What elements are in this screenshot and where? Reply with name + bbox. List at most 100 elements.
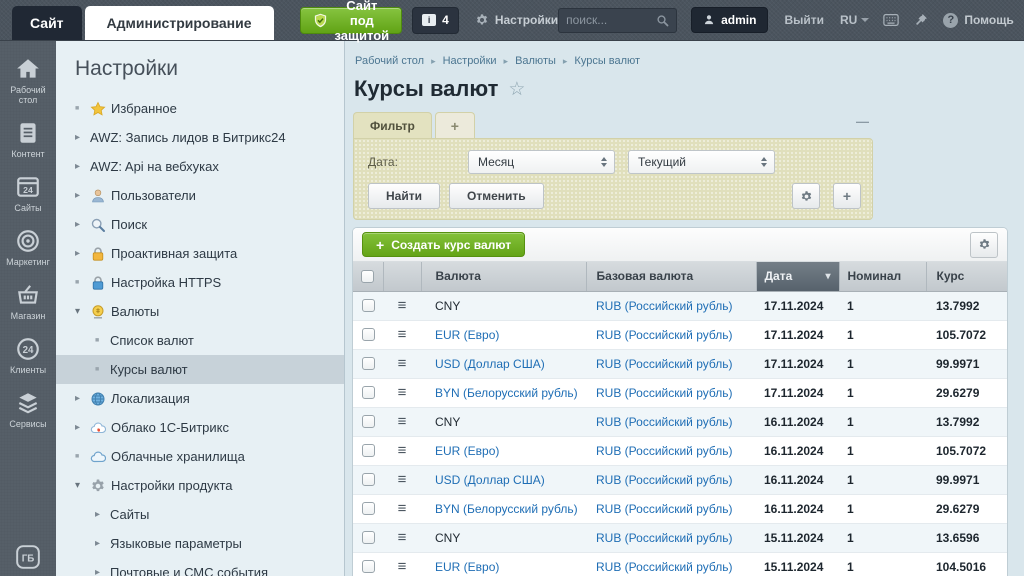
lock-blue-icon xyxy=(90,275,111,291)
currency-link[interactable]: USD (Доллар США) xyxy=(435,357,545,371)
menu-item-product-sites[interactable]: ▸ Сайты xyxy=(56,500,344,529)
column-header-1[interactable]: Базовая валюта xyxy=(586,262,757,292)
row-checkbox[interactable] xyxy=(361,531,375,544)
menu-item-currency[interactable]: ▾ Валюты xyxy=(56,297,344,326)
column-header-4[interactable]: Курс xyxy=(926,262,1007,292)
base-currency-link[interactable]: RUB (Российский рубль) xyxy=(596,386,732,400)
menu-item-cloud-bitrix[interactable]: ▸ Облако 1С-Битрикс xyxy=(56,413,344,442)
menu-item-currency-list[interactable]: ■ Список валют xyxy=(56,326,344,355)
row-menu-icon[interactable]: ≡ xyxy=(383,529,421,546)
site-protected-button[interactable]: Сайт под защитой xyxy=(299,0,403,43)
sidebar-item-clients[interactable]: 24 Клиенты xyxy=(0,329,56,383)
filter-settings-button[interactable] xyxy=(792,183,820,209)
notifications-badge[interactable]: i 4 xyxy=(412,6,459,34)
pin-icon[interactable] xyxy=(913,13,929,27)
row-menu-icon[interactable]: ≡ xyxy=(383,442,421,459)
help-link[interactable]: ? Помощь xyxy=(943,12,1014,28)
sidebar-item-content[interactable]: Контент xyxy=(0,113,56,167)
currency-link[interactable]: EUR (Евро) xyxy=(435,560,499,574)
create-rate-button[interactable]: + Создать курс валют xyxy=(362,232,526,257)
menu-item-favorites[interactable]: ■ Избранное xyxy=(56,94,344,123)
row-checkbox[interactable] xyxy=(361,415,375,428)
menu-item-awz-api[interactable]: ▸ AWZ: Api на вебхуках xyxy=(56,152,344,181)
row-menu-icon[interactable]: ≡ xyxy=(383,500,421,517)
cancel-button[interactable]: Отменить xyxy=(448,183,544,209)
filter-add-field-button[interactable]: + xyxy=(833,183,861,209)
currency-link[interactable]: BYN (Белорусский рубль) xyxy=(435,502,578,516)
search-input[interactable] xyxy=(566,13,657,27)
row-menu-icon[interactable]: ≡ xyxy=(383,471,421,488)
row-menu-icon[interactable]: ≡ xyxy=(383,326,421,343)
sidebar-item-marketing[interactable]: Маркетинг xyxy=(0,221,56,275)
logout-link[interactable]: Выйти xyxy=(784,13,824,27)
row-checkbox[interactable] xyxy=(361,444,375,457)
menu-item-mail-sms[interactable]: ▸ Почтовые и СМС события xyxy=(56,558,344,576)
base-currency-link[interactable]: RUB (Российский рубль) xyxy=(596,357,732,371)
menu-item-product-settings[interactable]: ▾ Настройки продукта xyxy=(56,471,344,500)
breadcrumb-item-2[interactable]: Валюты xyxy=(515,55,556,67)
menu-item-localization[interactable]: ▸ Локализация xyxy=(56,384,344,413)
filter-add-tab[interactable]: + xyxy=(434,112,475,138)
row-checkbox[interactable] xyxy=(361,502,375,515)
row-menu-icon[interactable]: ≡ xyxy=(383,384,421,401)
period-type-select[interactable]: Месяц xyxy=(468,150,615,174)
column-header-2[interactable]: Дата ▾ xyxy=(756,262,840,292)
filter-tab[interactable]: Фильтр xyxy=(353,112,432,138)
column-header-0[interactable]: Валюта xyxy=(421,262,587,292)
menu-item-currency-rates[interactable]: ■ Курсы валют xyxy=(56,355,344,384)
topbar-settings-button[interactable]: Настройки xyxy=(475,13,558,27)
period-value-select[interactable]: Текущий xyxy=(628,150,775,174)
sidebar-item-desktop[interactable]: Рабочий стол xyxy=(0,49,56,113)
row-menu-icon[interactable]: ≡ xyxy=(383,355,421,372)
base-currency-link[interactable]: RUB (Российский рубль) xyxy=(596,328,732,342)
select-all-checkbox[interactable] xyxy=(361,269,375,283)
row-menu-icon[interactable]: ≡ xyxy=(383,297,421,314)
sidebar-item-sites[interactable]: 24 Сайты xyxy=(0,167,56,221)
base-currency-link[interactable]: RUB (Российский рубль) xyxy=(596,502,732,516)
breadcrumb-item-1[interactable]: Настройки xyxy=(443,55,497,67)
breadcrumb-item-0[interactable]: Рабочий стол xyxy=(355,55,424,67)
base-currency-link[interactable]: RUB (Российский рубль) xyxy=(596,473,732,487)
hotkeys-icon[interactable] xyxy=(883,13,900,27)
find-button[interactable]: Найти xyxy=(368,183,440,209)
row-menu-icon[interactable]: ≡ xyxy=(383,413,421,430)
language-selector[interactable]: RU xyxy=(840,13,870,27)
chevron-right-icon: ▸ xyxy=(75,393,81,404)
menu-item-cloud-storage[interactable]: ■ Облачные хранилища xyxy=(56,442,344,471)
currency-link[interactable]: EUR (Евро) xyxy=(435,328,499,342)
row-checkbox[interactable] xyxy=(361,386,375,399)
menu-item-awz-leads[interactable]: ▸ AWZ: Запись лидов в Битрикс24 xyxy=(56,123,344,152)
menu-item-users[interactable]: ▸ Пользователи xyxy=(56,181,344,210)
base-currency-link[interactable]: RUB (Российский рубль) xyxy=(596,531,732,545)
row-checkbox[interactable] xyxy=(361,473,375,486)
search-icon[interactable] xyxy=(656,14,669,27)
nominal-cell: 1 xyxy=(839,407,926,437)
sidebar-item-services[interactable]: Сервисы xyxy=(0,383,56,437)
filter-minimize-button[interactable]: — xyxy=(856,114,869,129)
breadcrumb-item-3[interactable]: Курсы валют xyxy=(574,55,640,67)
row-checkbox[interactable] xyxy=(361,299,375,312)
base-currency-link[interactable]: RUB (Российский рубль) xyxy=(596,415,732,429)
base-currency-link[interactable]: RUB (Российский рубль) xyxy=(596,560,732,574)
row-checkbox[interactable] xyxy=(361,357,375,370)
menu-item-https[interactable]: ■ Настройка HTTPS xyxy=(56,268,344,297)
menu-item-proactive[interactable]: ▸ Проактивная защита xyxy=(56,239,344,268)
currency-link[interactable]: USD (Доллар США) xyxy=(435,473,545,487)
grid-settings-button[interactable] xyxy=(970,231,998,258)
column-header-3[interactable]: Номинал xyxy=(839,262,927,292)
currency-link[interactable]: EUR (Евро) xyxy=(435,444,499,458)
tab-admin[interactable]: Администрирование xyxy=(84,6,274,40)
user-menu-button[interactable]: admin xyxy=(691,7,769,33)
tab-site[interactable]: Сайт xyxy=(12,6,82,40)
base-currency-link[interactable]: RUB (Российский рубль) xyxy=(596,444,732,458)
row-checkbox[interactable] xyxy=(361,560,375,573)
base-currency-link[interactable]: RUB (Российский рубль) xyxy=(596,299,732,313)
menu-item-search[interactable]: ▸ Поиск xyxy=(56,210,344,239)
menu-item-lang-params[interactable]: ▸ Языковые параметры xyxy=(56,529,344,558)
favorite-star-icon[interactable]: ☆ xyxy=(508,78,525,101)
bitrix-logo-icon[interactable]: ГБ xyxy=(0,544,56,570)
currency-link[interactable]: BYN (Белорусский рубль) xyxy=(435,386,578,400)
row-menu-icon[interactable]: ≡ xyxy=(383,558,421,575)
row-checkbox[interactable] xyxy=(361,328,375,341)
sidebar-item-shop[interactable]: Магазин xyxy=(0,275,56,329)
